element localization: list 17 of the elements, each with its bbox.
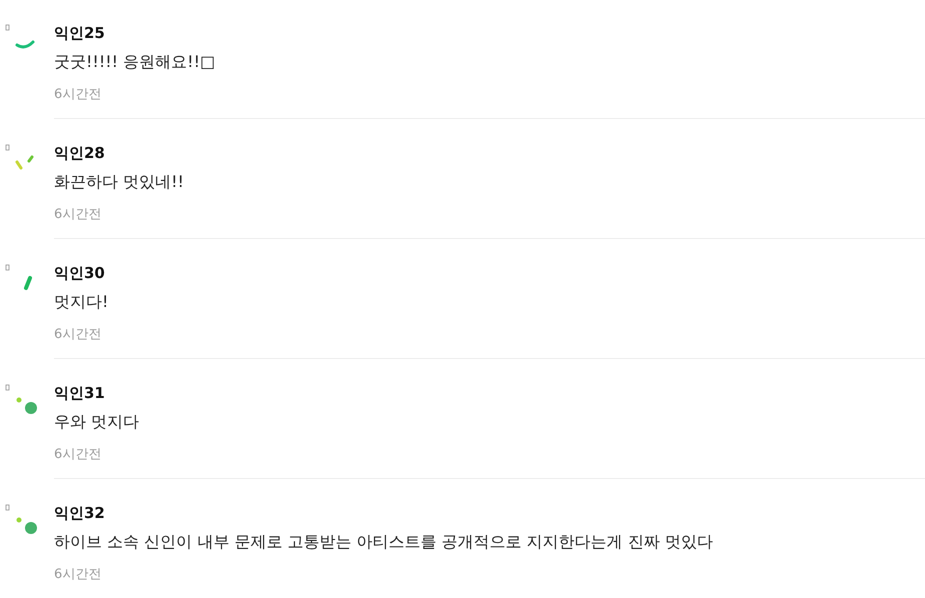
broken-avatar-icon [5,504,37,536]
comment-author: 익인28 [54,143,106,163]
comment-author: 익인31 [54,383,106,403]
comment-author: 익인30 [54,263,106,283]
comment-text: 하이브 소속 신인이 내부 문제로 고통받는 아티스트를 공개적으로 지지한다는게 진짜 멋있다 [54,531,714,553]
comment-text: 우와 멋지다 [54,411,140,433]
comment-text: 굿굿!!!!! 응원해요!!□ [54,51,216,73]
comment-text: 화끈하다 멋있네!! [54,171,185,193]
broken-avatar-icon [5,384,37,416]
comment-time: 6시간전 [54,566,102,584]
comment-time: 6시간전 [54,446,102,464]
comment-text: 멋지다! [54,291,110,313]
comment-author: 익인32 [54,503,106,523]
comment-time: 6시간전 [54,326,102,344]
comment-author: 익인25 [54,23,106,43]
comment-time: 6시간전 [54,206,102,224]
comment-time: 6시간전 [54,86,102,104]
